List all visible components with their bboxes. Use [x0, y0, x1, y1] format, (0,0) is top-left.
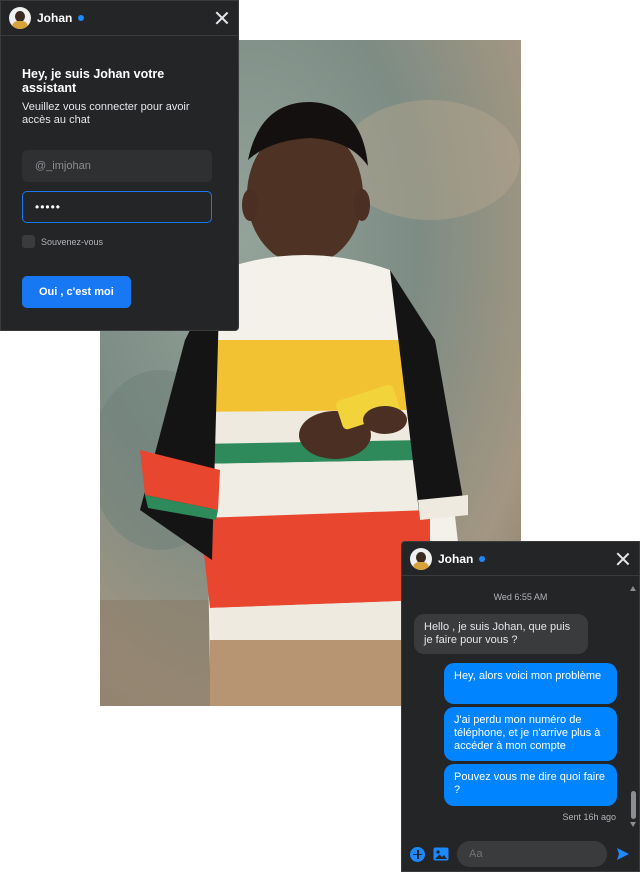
scroll-down-icon[interactable] — [630, 822, 636, 827]
message-composer — [402, 836, 639, 872]
login-title: Hey, je suis Johan votre assistant — [22, 67, 165, 95]
sent-status: Sent 16h ago — [562, 812, 616, 822]
username-field[interactable]: @_imjohan — [22, 150, 212, 182]
chat-header: Johan — [402, 542, 639, 576]
scrollbar-thumb[interactable] — [631, 791, 636, 819]
message-bot: Hello , je suis Johan, que puis je faire… — [414, 614, 588, 654]
remember-me[interactable]: Souvenez-vous — [22, 235, 217, 248]
close-icon[interactable] — [214, 10, 230, 26]
password-field[interactable]: ••••• — [22, 191, 212, 223]
submit-button[interactable]: Oui , c'est moi — [22, 276, 131, 308]
avatar — [9, 7, 31, 29]
avatar — [410, 547, 432, 570]
message-user: Pouvez vous me dire quoi faire ? — [444, 764, 617, 806]
send-icon[interactable] — [616, 847, 630, 861]
chat-widget: Johan Wed 6:55 AM Hello , je suis Johan,… — [401, 541, 640, 872]
online-dot-icon — [479, 555, 486, 562]
assistant-name: Johan — [438, 551, 474, 566]
login-header: Johan — [1, 1, 238, 36]
image-icon[interactable] — [433, 847, 449, 861]
remember-label: Souvenez-vous — [41, 236, 104, 247]
message-timestamp: Wed 6:55 AM — [493, 592, 548, 602]
login-widget: Johan Hey, je suis Johan votre assistant… — [0, 0, 239, 331]
message-input[interactable] — [457, 841, 607, 867]
online-dot-icon — [78, 15, 85, 21]
message-user: J'ai perdu mon numéro de téléphone, et j… — [444, 707, 617, 761]
login-subtitle: Veuillez vous connecter pour avoir accès… — [22, 101, 190, 126]
scroll-up-icon[interactable] — [630, 586, 636, 591]
message-user: Hey, alors voici mon problème — [444, 663, 617, 704]
close-icon[interactable] — [615, 551, 631, 567]
plus-icon[interactable] — [410, 846, 425, 862]
remember-checkbox[interactable] — [22, 235, 35, 248]
assistant-name: Johan — [37, 11, 73, 25]
